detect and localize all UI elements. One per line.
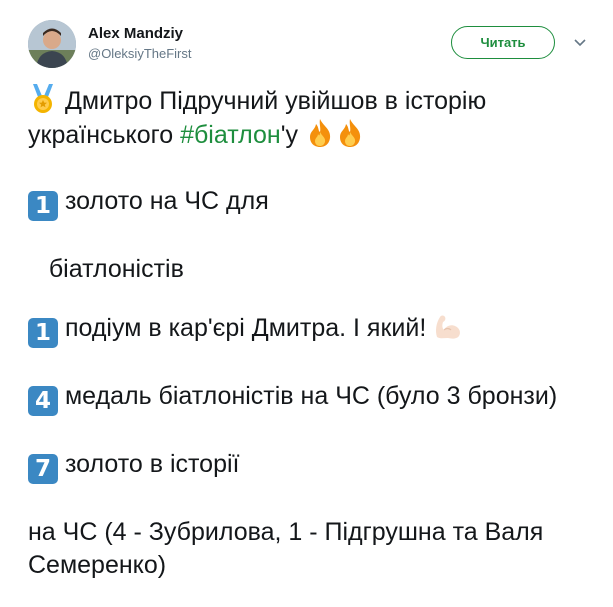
tweet-paragraph-5: 7 золото в історії xyxy=(28,448,588,484)
tweet-p4-text: медаль біатлоністів на ЧС (було 3 бронзи… xyxy=(64,382,558,410)
hashtag-link[interactable]: #біатлон xyxy=(180,121,281,149)
tweet-paragraph-3: 1 подіум в кар'єрі Дмитра. І який! xyxy=(28,311,588,348)
tweet-p5-a: золото в історії xyxy=(64,450,240,478)
flexed-biceps-icon xyxy=(436,315,461,339)
fire-icon xyxy=(339,119,361,147)
keycap-number: 1 xyxy=(28,318,58,348)
avatar[interactable] xyxy=(28,20,76,68)
tweet-paragraph-4: 4 медаль біатлоністів на ЧС (було 3 брон… xyxy=(28,380,588,416)
keycap-number: 4 xyxy=(28,386,58,416)
tweet-p5-b: на ЧС (4 - Зубрилова, 1 - Підгрушна та В… xyxy=(28,518,544,579)
keycap-number: 1 xyxy=(28,191,58,221)
tweet-p2-b: біатлоністів xyxy=(48,255,184,283)
author-handle[interactable]: @OleksiyTheFirst xyxy=(88,46,192,61)
tweet-p2-a: золото на ЧС для xyxy=(64,187,269,215)
keycap-number: 7 xyxy=(28,454,58,484)
fire-icon xyxy=(309,119,331,147)
tweet-paragraph-1: Дмитро Підручний увійшов в історію украї… xyxy=(28,84,588,152)
tweet-p3-text: подіум в кар'єрі Дмитра. І який! xyxy=(64,314,427,342)
tweet-text: Дмитро Підручний увійшов в історію украї… xyxy=(28,84,588,607)
tweet-line-2b: 'у xyxy=(280,121,298,149)
tweet-line-2a: українського xyxy=(28,121,181,149)
tweet-line-1: Дмитро Підручний увійшов в історію xyxy=(64,87,487,115)
author-name[interactable]: Alex Mandziy xyxy=(88,25,183,42)
sports-medal-icon xyxy=(33,84,53,113)
ukraine-flag-icon xyxy=(290,187,326,213)
chevron-down-icon[interactable] xyxy=(573,36,587,50)
follow-button[interactable]: Читать xyxy=(451,26,555,59)
ukraine-flag-icon xyxy=(246,450,282,476)
tweet-paragraph-2: 1 золото на ЧС для xyxy=(28,185,588,221)
